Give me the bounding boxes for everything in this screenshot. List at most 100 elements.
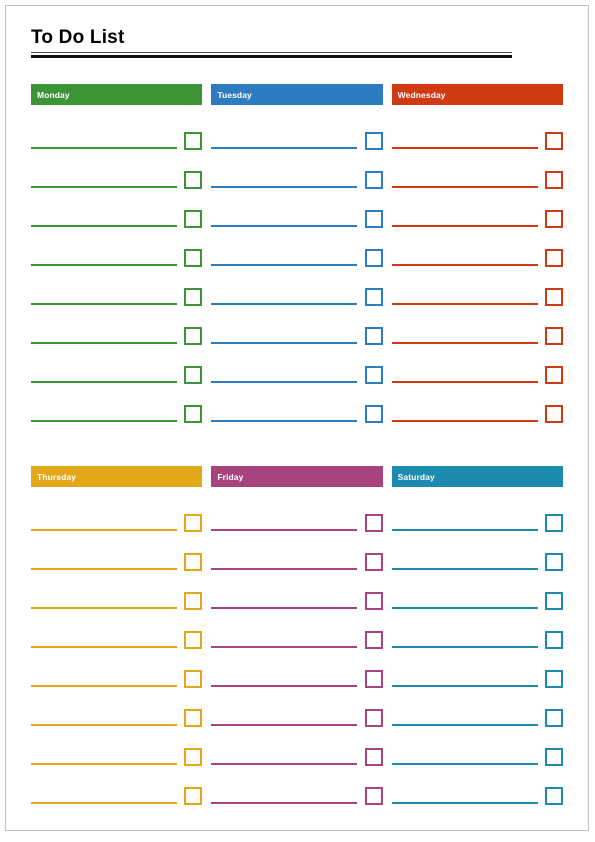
task-write-line[interactable] [211,264,358,266]
task-checkbox[interactable] [364,553,383,571]
task-checkbox[interactable] [544,366,563,384]
task-write-line[interactable] [391,724,538,726]
task-write-line[interactable] [211,529,358,531]
task-write-line[interactable] [391,646,538,648]
task-checkbox[interactable] [184,592,203,610]
task-checkbox[interactable] [184,132,203,150]
task-write-line[interactable] [31,342,177,344]
task-write-line[interactable] [211,646,358,648]
task-checkbox[interactable] [184,631,203,649]
task-write-line[interactable] [31,724,177,726]
task-row [211,654,383,693]
task-write-line[interactable] [391,147,538,149]
task-write-line[interactable] [31,225,177,227]
task-write-line[interactable] [31,529,177,531]
task-write-line[interactable] [211,225,358,227]
task-checkbox[interactable] [364,288,383,306]
task-write-line[interactable] [31,568,177,570]
task-write-line[interactable] [211,186,358,188]
task-checkbox[interactable] [544,748,563,766]
task-checkbox[interactable] [184,249,203,267]
task-checkbox[interactable] [544,132,563,150]
task-write-line[interactable] [31,186,177,188]
task-write-line[interactable] [391,420,538,422]
task-checkbox[interactable] [184,210,203,228]
task-write-line[interactable] [391,568,538,570]
task-write-line[interactable] [211,763,358,765]
task-write-line[interactable] [31,607,177,609]
task-checkbox[interactable] [184,327,203,345]
task-write-line[interactable] [391,685,538,687]
task-checkbox[interactable] [544,405,563,423]
task-checkbox[interactable] [364,592,383,610]
task-checkbox[interactable] [544,553,563,571]
task-checkbox[interactable] [544,327,563,345]
task-write-line[interactable] [211,381,358,383]
task-write-line[interactable] [211,303,358,305]
task-write-line[interactable] [391,607,538,609]
task-checkbox[interactable] [184,514,203,532]
task-write-line[interactable] [211,724,358,726]
task-write-line[interactable] [391,529,538,531]
task-checkbox[interactable] [184,553,203,571]
task-checkbox[interactable] [364,748,383,766]
task-checkbox[interactable] [184,366,203,384]
task-write-line[interactable] [391,802,538,804]
task-checkbox[interactable] [184,670,203,688]
task-checkbox[interactable] [364,132,383,150]
task-checkbox[interactable] [184,748,203,766]
task-checkbox[interactable] [184,171,203,189]
task-checkbox[interactable] [544,670,563,688]
task-write-line[interactable] [31,420,177,422]
task-checkbox[interactable] [184,288,203,306]
task-write-line[interactable] [211,342,358,344]
task-checkbox[interactable] [544,514,563,532]
task-checkbox[interactable] [364,249,383,267]
task-checkbox[interactable] [364,366,383,384]
task-write-line[interactable] [391,186,538,188]
task-checkbox[interactable] [184,709,203,727]
task-write-line[interactable] [31,646,177,648]
task-write-line[interactable] [31,264,177,266]
task-write-line[interactable] [31,381,177,383]
task-checkbox[interactable] [544,249,563,267]
task-checkbox[interactable] [364,631,383,649]
task-checkbox[interactable] [544,288,563,306]
task-write-line[interactable] [211,420,358,422]
task-checkbox[interactable] [544,787,563,805]
task-write-line[interactable] [391,264,538,266]
task-row [211,537,383,576]
task-write-line[interactable] [391,381,538,383]
task-write-line[interactable] [211,607,358,609]
task-checkbox[interactable] [544,210,563,228]
task-write-line[interactable] [211,147,358,149]
task-checkbox[interactable] [364,670,383,688]
task-write-line[interactable] [31,147,177,149]
task-write-line[interactable] [391,303,538,305]
task-checkbox[interactable] [364,787,383,805]
task-checkbox[interactable] [544,709,563,727]
task-checkbox[interactable] [364,327,383,345]
task-write-line[interactable] [31,685,177,687]
task-write-line[interactable] [31,303,177,305]
task-write-line[interactable] [211,802,358,804]
task-write-line[interactable] [211,568,358,570]
task-write-line[interactable] [211,685,358,687]
task-write-line[interactable] [391,225,538,227]
task-write-line[interactable] [31,763,177,765]
task-checkbox[interactable] [544,631,563,649]
task-checkbox[interactable] [364,171,383,189]
task-checkbox[interactable] [364,210,383,228]
task-checkbox[interactable] [364,709,383,727]
task-checkbox[interactable] [364,514,383,532]
task-write-line[interactable] [31,802,177,804]
task-checkbox[interactable] [184,405,203,423]
day-column-friday: Friday [211,466,383,810]
task-checkbox[interactable] [544,171,563,189]
task-checkbox[interactable] [184,787,203,805]
task-checkbox[interactable] [544,592,563,610]
task-write-line[interactable] [391,763,538,765]
task-write-line[interactable] [391,342,538,344]
task-list-friday [211,498,383,810]
task-checkbox[interactable] [364,405,383,423]
